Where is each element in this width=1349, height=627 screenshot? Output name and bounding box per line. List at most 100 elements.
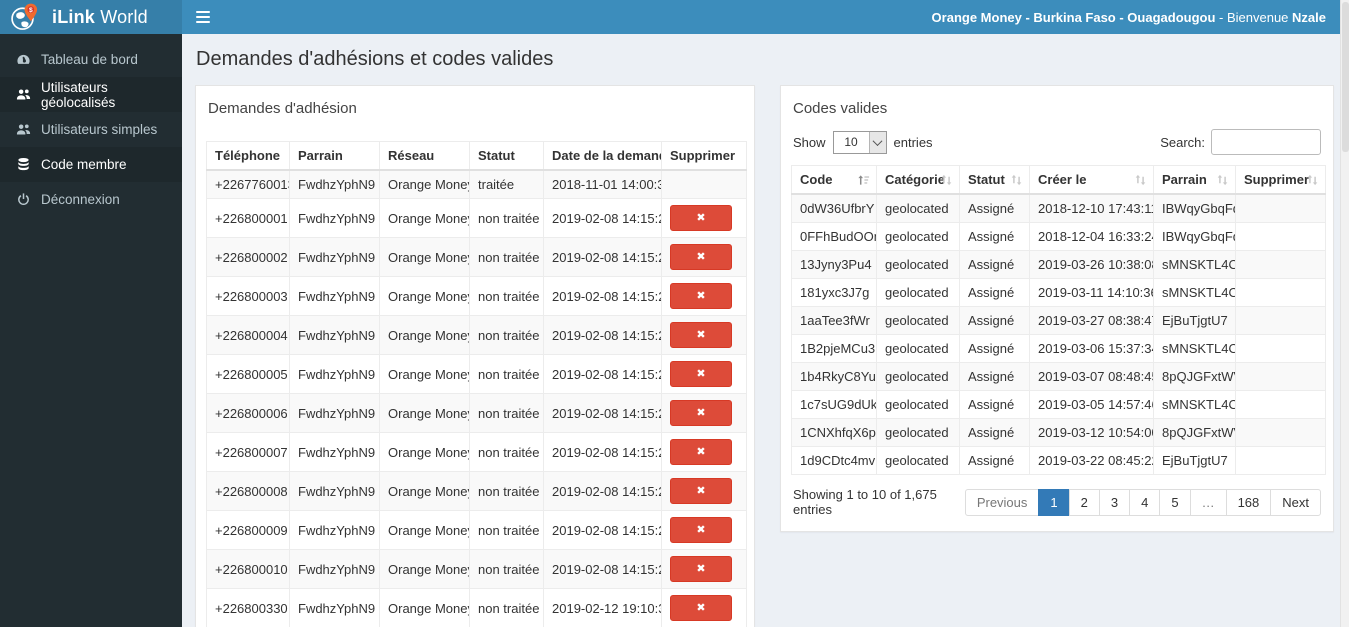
codes-panel-title: Codes valides bbox=[793, 100, 888, 117]
cell-telephone: +226800005 bbox=[206, 354, 290, 394]
delete-button[interactable]: ✖ bbox=[670, 361, 732, 387]
cell-statut: traitée bbox=[469, 169, 544, 199]
cell-categorie: geolocated bbox=[876, 446, 960, 475]
cell-statut: Assigné bbox=[959, 222, 1030, 251]
cell-telephone: +226800001 bbox=[206, 198, 290, 238]
delete-button[interactable]: ✖ bbox=[670, 595, 732, 621]
brand-link[interactable]: $ iLink World bbox=[0, 0, 182, 34]
cell-supprimer: ✖ bbox=[661, 588, 747, 627]
cell-categorie: geolocated bbox=[876, 306, 960, 335]
sidebar-item-label: Utilisateurs simples bbox=[41, 122, 158, 137]
delete-button[interactable]: ✖ bbox=[670, 400, 732, 426]
cell-supprimer: ✖ bbox=[661, 315, 747, 355]
pagination-3[interactable]: 3 bbox=[1098, 488, 1131, 516]
cell-supprimer bbox=[661, 169, 747, 199]
page-scrollbar[interactable] bbox=[1340, 0, 1349, 627]
column-label: Parrain bbox=[1162, 172, 1207, 187]
sidebar-nav: Tableau de bord Utilisateurs géolocalisés… bbox=[0, 34, 182, 627]
cell-supprimer bbox=[1235, 306, 1326, 335]
cell-cree_le: 2019-03-27 08:38:47 bbox=[1029, 306, 1154, 335]
sidebar-item-label: Tableau de bord bbox=[41, 52, 138, 67]
delete-button[interactable]: ✖ bbox=[670, 556, 732, 582]
cell-supprimer: ✖ bbox=[661, 276, 747, 316]
codes-col-header-cat-gorie[interactable]: Catégorie bbox=[876, 165, 960, 195]
sidebar-item-utilisateurs-simples[interactable]: Utilisateurs simples bbox=[0, 112, 182, 147]
top-navbar: $ iLink World Orange Money - Burkina Fas… bbox=[0, 0, 1340, 34]
delete-button[interactable]: ✖ bbox=[670, 283, 732, 309]
codes-col-header-code[interactable]: Code bbox=[791, 165, 877, 195]
pagination-5[interactable]: 5 bbox=[1159, 488, 1191, 516]
cell-code: 0FFhBudOOm bbox=[791, 222, 877, 251]
codes-col-header-cr-er-le[interactable]: Créer le bbox=[1029, 165, 1154, 195]
cell-parrain: FwdhzYphN9 bbox=[289, 510, 380, 550]
cell-cree_le: 2019-03-12 10:54:00 bbox=[1029, 418, 1154, 447]
cell-date: 2019-02-08 14:15:26 bbox=[543, 276, 662, 316]
cell-parrain: EjBuTjgtU7 bbox=[1153, 446, 1236, 475]
sidebar-item-utilisateurs-g-olocalis-s[interactable]: Utilisateurs géolocalisés bbox=[0, 77, 182, 112]
cell-code: 1B2pjeMCu3 bbox=[791, 334, 877, 363]
cell-telephone: +226800330 bbox=[206, 588, 290, 627]
sidebar-item-tableau-de-bord[interactable]: Tableau de bord bbox=[0, 42, 182, 77]
globe-pin-logo-icon: $ bbox=[10, 2, 40, 32]
cell-supprimer: ✖ bbox=[661, 471, 747, 511]
svg-text:$: $ bbox=[29, 7, 33, 14]
cell-categorie: geolocated bbox=[876, 278, 960, 307]
page-length-select[interactable]: 10 bbox=[832, 130, 887, 154]
cell-reseau: Orange Money bbox=[379, 588, 470, 627]
pagination-next[interactable]: Next bbox=[1270, 488, 1321, 516]
delete-button[interactable]: ✖ bbox=[670, 244, 732, 270]
codes-table-row: 0dW36UfbrY geolocated Assigné 2018-12-10 17… bbox=[791, 193, 1326, 223]
cell-statut: non traitée bbox=[469, 471, 544, 511]
sidebar-item-code-membre[interactable]: Code membre bbox=[0, 147, 182, 182]
delete-button[interactable]: ✖ bbox=[670, 205, 732, 231]
cell-parrain: FwdhzYphN9 bbox=[289, 471, 380, 511]
column-label: Supprimer bbox=[1244, 172, 1310, 187]
pagination-1[interactable]: 1 bbox=[1038, 488, 1070, 516]
codes-col-header-supprimer[interactable]: Supprimer bbox=[1235, 165, 1326, 195]
app-window: $ iLink World Orange Money - Burkina Fas… bbox=[0, 0, 1349, 627]
cell-telephone: +226800008 bbox=[206, 471, 290, 511]
cell-supprimer bbox=[1235, 222, 1326, 251]
search-input[interactable] bbox=[1211, 129, 1321, 155]
demandes-col-header: Téléphone bbox=[206, 141, 290, 171]
cell-parrain: IBWqyGbqFd bbox=[1153, 222, 1236, 251]
cell-parrain: FwdhzYphN9 bbox=[289, 237, 380, 277]
pagination-168[interactable]: 168 bbox=[1225, 488, 1272, 516]
entries-label: entries bbox=[893, 134, 933, 150]
column-label: Statut bbox=[968, 172, 1005, 187]
cell-date: 2019-02-08 14:15:26 bbox=[543, 315, 662, 355]
codes-col-header-statut[interactable]: Statut bbox=[959, 165, 1030, 195]
demandes-table-row: +22677600139FwdhzYphN9Orange Moneytraité… bbox=[206, 169, 747, 199]
delete-button[interactable]: ✖ bbox=[670, 517, 732, 543]
cell-parrain: EjBuTjgtU7 bbox=[1153, 306, 1236, 335]
demandes-col-header: Statut bbox=[469, 141, 544, 171]
demandes-table-row: +226800010 FwdhzYphN9 Orange Money non trai… bbox=[206, 549, 747, 589]
pagination-2[interactable]: 2 bbox=[1068, 488, 1100, 516]
cell-supprimer: ✖ bbox=[661, 354, 747, 394]
delete-button[interactable]: ✖ bbox=[670, 478, 732, 504]
codes-col-header-parrain[interactable]: Parrain bbox=[1153, 165, 1236, 195]
cell-cree_le: 2019-03-11 14:10:36 bbox=[1029, 278, 1154, 307]
cell-reseau: Orange Money bbox=[379, 276, 470, 316]
cell-telephone: +226800004 bbox=[206, 315, 290, 355]
pagination-4[interactable]: 4 bbox=[1129, 488, 1161, 516]
scrollbar-thumb[interactable] bbox=[1342, 2, 1349, 152]
hamburger-menu-icon[interactable] bbox=[182, 0, 224, 34]
cell-reseau: Orange Money bbox=[379, 169, 470, 199]
delete-icon: ✖ bbox=[696, 485, 706, 497]
pagination-previous[interactable]: Previous bbox=[964, 488, 1040, 516]
cell-code: 13Jyny3Pu4 bbox=[791, 250, 877, 279]
delete-button[interactable]: ✖ bbox=[670, 439, 732, 465]
delete-button[interactable]: ✖ bbox=[670, 322, 732, 348]
demandes-table-row: +226800005 FwdhzYphN9 Orange Money non trai… bbox=[206, 354, 747, 394]
cell-categorie: geolocated bbox=[876, 334, 960, 363]
cell-statut: Assigné bbox=[959, 446, 1030, 475]
cell-supprimer bbox=[1235, 278, 1326, 307]
cell-reseau: Orange Money bbox=[379, 510, 470, 550]
cell-date: 2019-02-08 14:15:26 bbox=[543, 549, 662, 589]
sidebar-item-d-connexion[interactable]: Déconnexion bbox=[0, 182, 182, 217]
cell-categorie: geolocated bbox=[876, 193, 960, 223]
cell-cree_le: 2018-12-04 16:33:24 bbox=[1029, 222, 1154, 251]
cell-date: 2019-02-12 19:10:32 bbox=[543, 588, 662, 627]
codes-valides-panel: Codes valides Show 10 entries Search: Co… bbox=[780, 85, 1334, 532]
